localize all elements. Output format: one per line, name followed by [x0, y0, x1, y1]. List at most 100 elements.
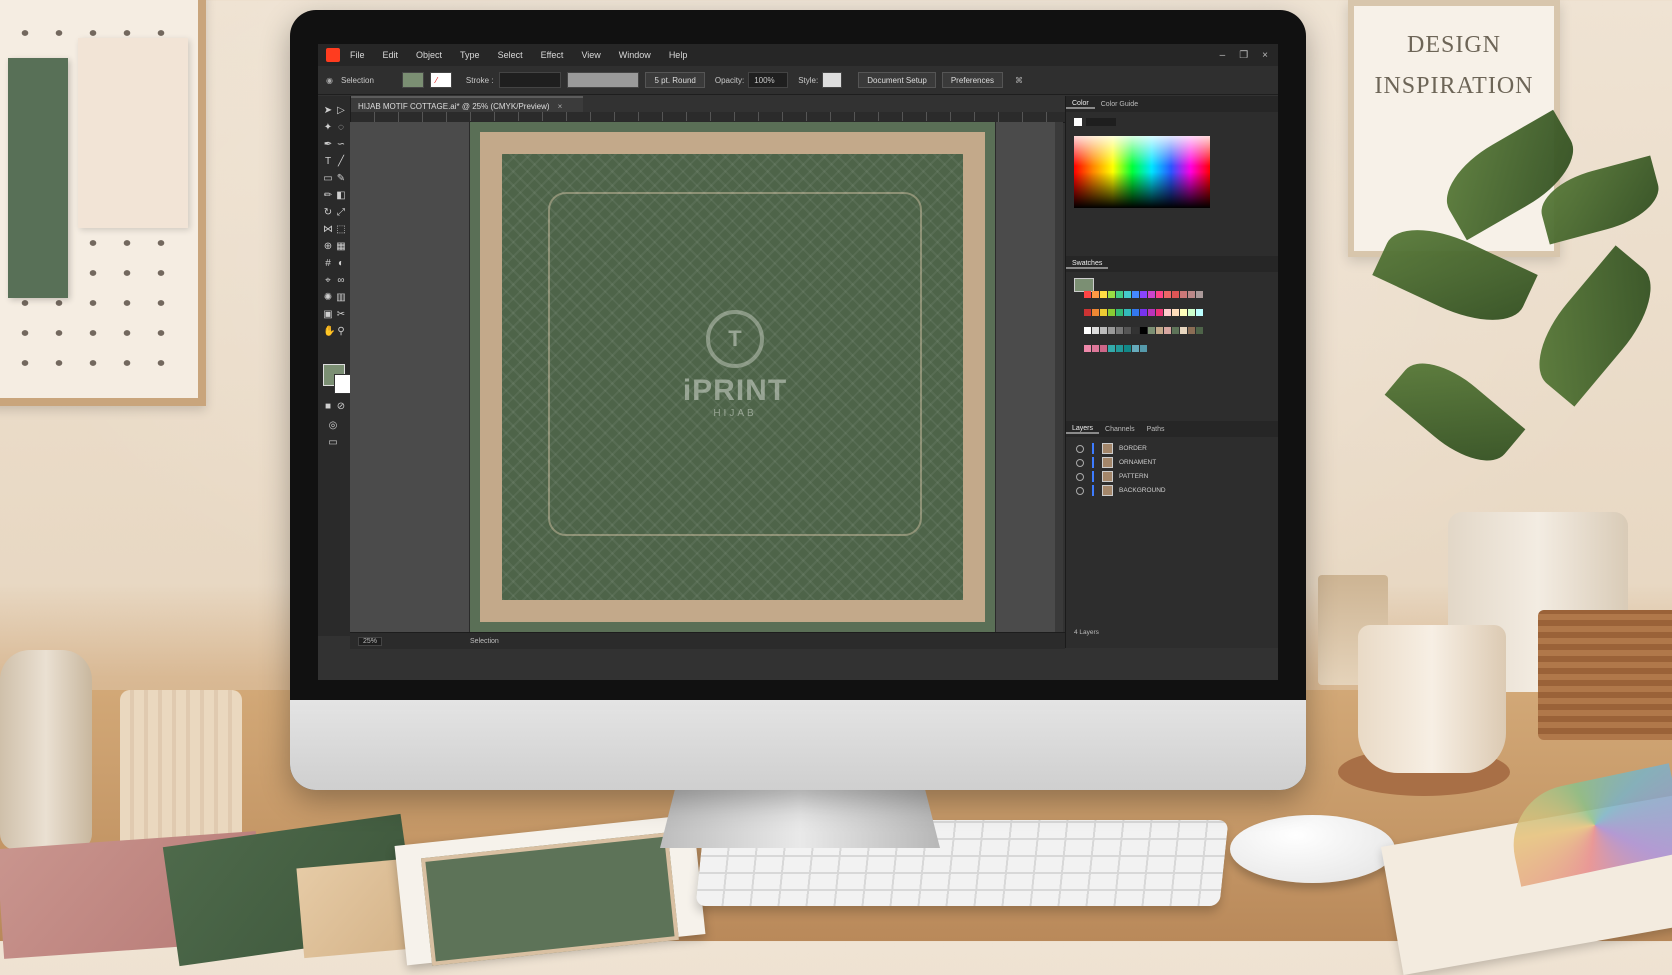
menu-type[interactable]: Type	[460, 50, 480, 60]
minimize-button[interactable]: –	[1220, 50, 1226, 61]
document-setup-button[interactable]: Document Setup	[858, 72, 936, 88]
pen-tool-icon[interactable]: ✒	[323, 140, 333, 150]
layer-row[interactable]: BORDER	[1066, 442, 1278, 455]
lasso-icon[interactable]: ◌	[336, 123, 346, 133]
tab-color[interactable]: Color	[1066, 100, 1095, 109]
color-mode-icon[interactable]: ■	[323, 402, 333, 412]
none-mode-icon[interactable]: ⊘	[336, 402, 346, 412]
pegboard	[0, 0, 206, 406]
shape-builder-icon[interactable]: ⊕	[323, 242, 333, 252]
variable-width-dropdown[interactable]	[567, 72, 640, 88]
paintbrush-tool-icon[interactable]: ✎	[336, 174, 346, 184]
color-panel-header: Color Color Guide	[1066, 96, 1278, 112]
panels-dock: Color Color Guide Swatches Layers Channe…	[1065, 96, 1278, 648]
magic-wand-icon[interactable]: ✦	[323, 123, 333, 133]
eye-icon[interactable]	[1076, 472, 1084, 481]
pencil-tool-icon[interactable]: ✏	[323, 191, 333, 201]
status-tool-label: Selection	[470, 637, 499, 645]
selection-tool-icon[interactable]: ➤	[323, 106, 333, 116]
line-tool-icon[interactable]: ╱	[336, 157, 346, 167]
artboard-tool-icon[interactable]: ▣	[323, 310, 333, 320]
direct-selection-tool-icon[interactable]: ▷	[336, 106, 346, 116]
artboard[interactable]: T iPRINT HIJAB	[470, 122, 995, 632]
fill-swatch[interactable]	[401, 72, 424, 88]
blend-tool-icon[interactable]: ∞	[336, 276, 346, 286]
mesh-tool-icon[interactable]: #	[323, 259, 333, 269]
layer-name: BACKGROUND	[1119, 487, 1166, 494]
menu-file[interactable]: File	[350, 50, 365, 60]
tab-channels[interactable]: Channels	[1099, 426, 1141, 433]
flower-vase	[0, 650, 92, 850]
printed-design-preview	[420, 832, 679, 966]
pinned-fabric-sample	[8, 58, 68, 298]
close-button[interactable]: ×	[1262, 50, 1268, 61]
scale-tool-icon[interactable]: ⤢	[336, 208, 346, 218]
layer-thumbnail	[1102, 443, 1113, 454]
vertical-scrollbar[interactable]	[1055, 122, 1063, 632]
stroke-weight-field[interactable]	[499, 72, 562, 88]
watermark: T iPRINT HIJAB	[650, 310, 820, 430]
zoom-field[interactable]: 25%	[358, 636, 383, 646]
tab-color-guide[interactable]: Color Guide	[1095, 101, 1144, 108]
imac-monitor: File Edit Object Type Select Effect View…	[290, 10, 1306, 790]
tab-paths[interactable]: Paths	[1141, 426, 1171, 433]
gradient-tool-icon[interactable]: ◐	[336, 259, 346, 269]
free-transform-icon[interactable]: ⬚	[336, 225, 346, 235]
maximize-button[interactable]: ❐	[1239, 50, 1248, 61]
rotate-tool-icon[interactable]: ↻	[323, 208, 333, 218]
control-bar: ◉ Selection ⁄ Stroke : 5 pt. Round Opaci…	[318, 66, 1278, 95]
opacity-field[interactable]: 100%	[748, 72, 789, 88]
layer-row[interactable]: BACKGROUND	[1066, 484, 1278, 497]
eye-icon[interactable]	[1076, 444, 1084, 453]
mouse[interactable]	[1230, 815, 1395, 883]
swatches-panel-header: Swatches	[1066, 256, 1278, 272]
layer-row[interactable]: PATTERN	[1066, 470, 1278, 483]
menu-effect[interactable]: Effect	[541, 50, 564, 60]
arrange-icon[interactable]: ⌘	[1015, 76, 1023, 85]
stroke-swatch[interactable]: ⁄	[429, 72, 452, 88]
layer-name: BORDER	[1119, 445, 1147, 452]
eye-icon[interactable]	[1076, 458, 1084, 467]
preferences-button[interactable]: Preferences	[941, 72, 1003, 88]
width-tool-icon[interactable]: ⋈	[323, 225, 333, 235]
menu-view[interactable]: View	[581, 50, 600, 60]
layer-row[interactable]: ORNAMENT	[1066, 456, 1278, 469]
rectangle-tool-icon[interactable]: ▭	[323, 174, 333, 184]
eye-icon[interactable]	[1076, 486, 1084, 495]
selection-tool-icon: ◉	[326, 75, 333, 85]
eyedropper-icon[interactable]: ⌖	[323, 276, 333, 286]
brush-dropdown[interactable]: 5 pt. Round	[645, 72, 705, 88]
style-swatch[interactable]	[822, 72, 843, 88]
fill-indicator[interactable]	[1074, 118, 1082, 126]
watermark-brand: iPRINT	[682, 374, 788, 407]
tab-swatches[interactable]: Swatches	[1066, 260, 1109, 269]
zoom-tool-icon[interactable]: ⚲	[336, 327, 346, 337]
eraser-tool-icon[interactable]: ◧	[336, 191, 346, 201]
swatch-grid[interactable]	[1084, 286, 1214, 358]
graph-tool-icon[interactable]: ▥	[336, 293, 346, 303]
menu-edit[interactable]: Edit	[383, 50, 399, 60]
curvature-tool-icon[interactable]: ∽	[336, 140, 346, 150]
symbol-sprayer-icon[interactable]: ✺	[323, 293, 333, 303]
screen-mode-icon[interactable]: ▭	[328, 438, 338, 448]
type-tool-icon[interactable]: T	[323, 157, 333, 167]
stroke-label: Stroke :	[465, 75, 494, 85]
color-value-field[interactable]	[1086, 118, 1116, 126]
draw-mode-icon[interactable]: ◎	[328, 421, 338, 431]
slice-tool-icon[interactable]: ✂	[336, 310, 346, 320]
perspective-grid-icon[interactable]: ▦	[336, 242, 346, 252]
canvas[interactable]: T iPRINT HIJAB	[350, 122, 1055, 632]
status-bar: 25% Selection	[350, 632, 1065, 649]
menu-object[interactable]: Object	[416, 50, 442, 60]
menu-select[interactable]: Select	[498, 50, 523, 60]
hand-tool-icon[interactable]: ✋	[323, 327, 335, 337]
menu-window[interactable]: Window	[619, 50, 651, 60]
layers-count: 4 Layers	[1074, 629, 1099, 636]
menu-help[interactable]: Help	[669, 50, 688, 60]
layers-panel-header: Layers Channels Paths	[1066, 421, 1278, 437]
layer-thumbnail	[1102, 471, 1113, 482]
layer-color-bar	[1092, 485, 1094, 496]
color-spectrum-highlight	[1074, 136, 1210, 166]
tab-layers[interactable]: Layers	[1066, 425, 1100, 434]
close-tab-icon[interactable]: ×	[558, 102, 563, 111]
